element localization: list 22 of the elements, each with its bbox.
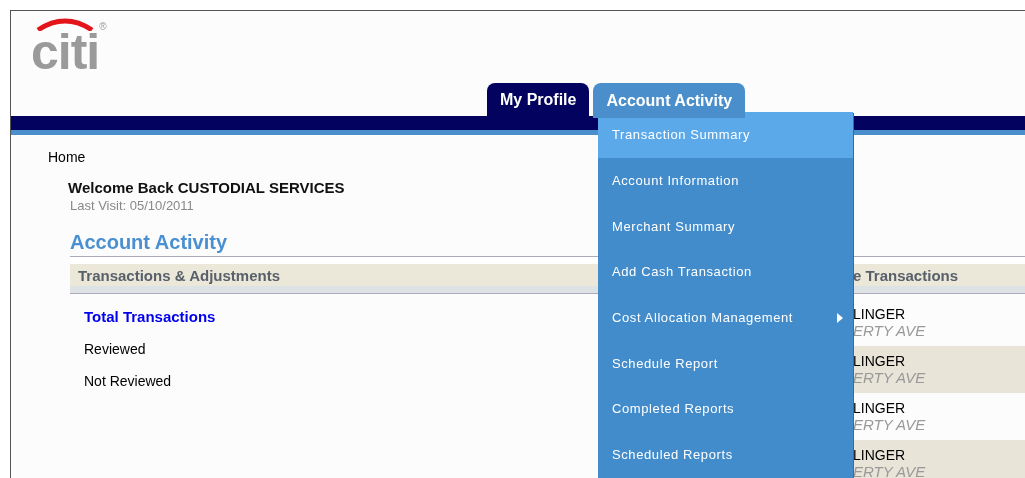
merchant-address: ERTY AVE xyxy=(853,463,927,478)
merchant-address: ERTY AVE xyxy=(853,416,927,433)
breadcrumb-link[interactable]: Home xyxy=(48,149,86,165)
filter-label: Not Reviewed xyxy=(84,373,173,389)
section-title: Transactions & Adjustments xyxy=(77,267,280,285)
merchant-name: LINGER xyxy=(853,447,907,463)
nav-tab[interactable]: Account Activity xyxy=(593,83,746,118)
filter-label: Reviewed xyxy=(84,341,147,357)
welcome-text: Welcome Back CUSTODIAL SERVICES xyxy=(68,179,345,196)
nav-tab[interactable]: My Profile xyxy=(487,83,590,116)
merchant-address: ERTY AVE xyxy=(853,369,927,386)
last-visit-text: Last Visit: 05/10/2011 xyxy=(70,198,194,213)
merchant-address: ERTY AVE xyxy=(853,322,927,339)
merchant-name: LINGER xyxy=(853,306,907,322)
logo: citi xyxy=(31,33,100,71)
registered-mark: ® xyxy=(99,21,107,32)
merchant-name: LINGER xyxy=(853,400,907,416)
logo-arc-icon xyxy=(35,17,96,31)
merchant-name: LINGER xyxy=(853,353,907,369)
column-title: e Transactions xyxy=(853,267,959,285)
page-heading: Account Activity xyxy=(70,231,229,254)
menu-item[interactable]: Transaction Summary xyxy=(598,112,853,158)
